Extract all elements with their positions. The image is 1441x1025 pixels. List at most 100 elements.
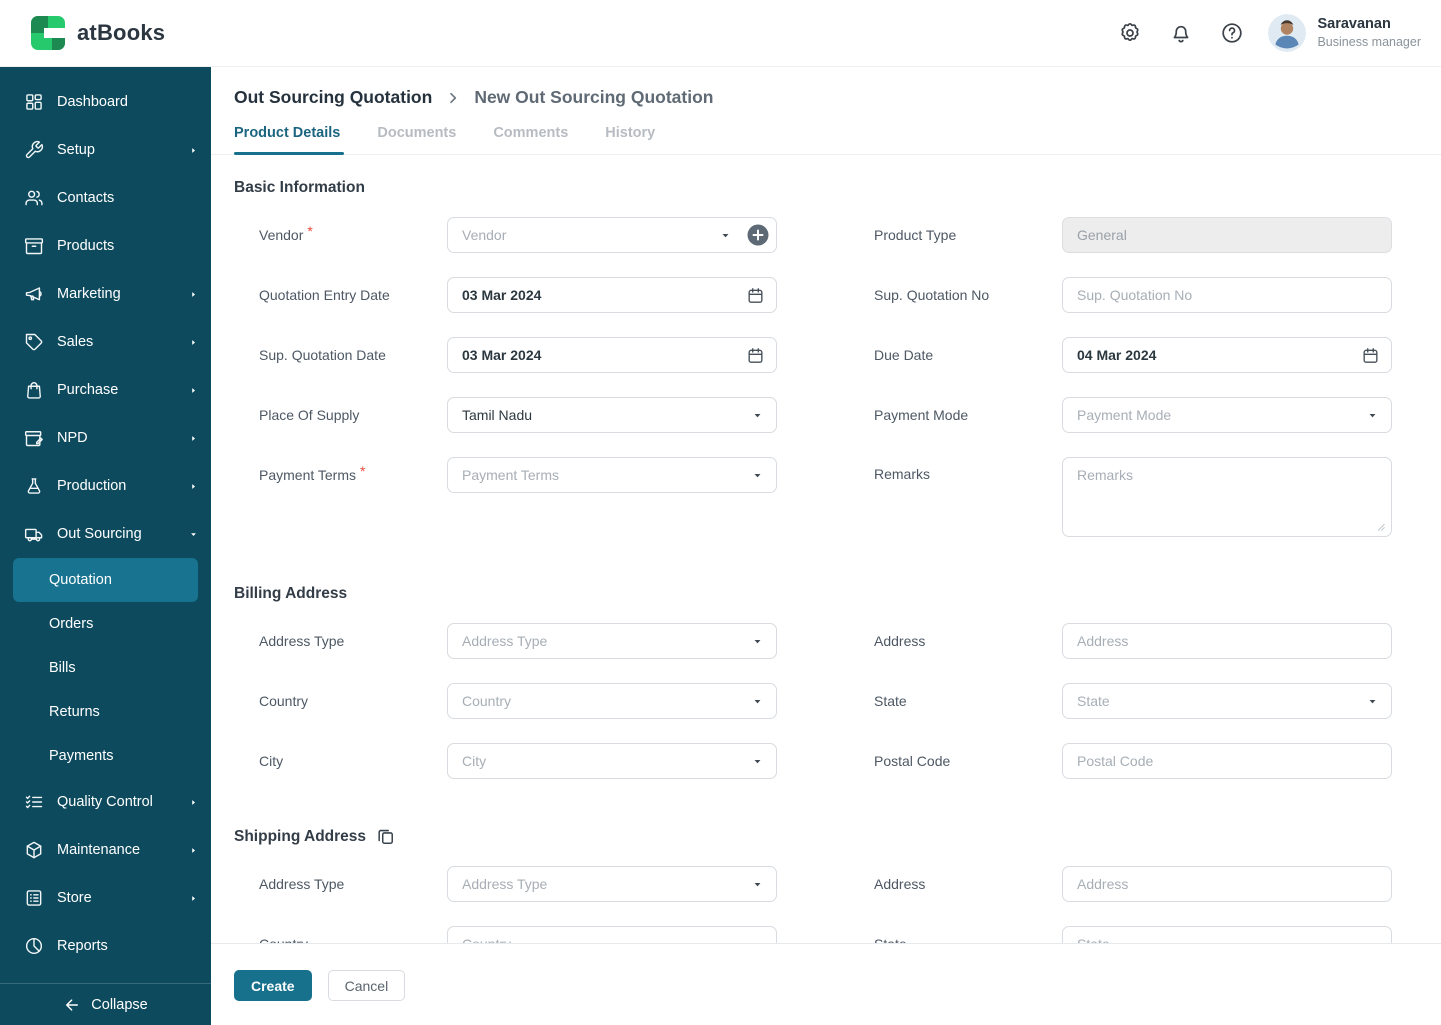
form-row-payment-mode: Payment Mode Payment Mode (849, 397, 1392, 433)
form-row-sup-quotation-date: Sup. Quotation Date 03 Mar 2024 (234, 337, 777, 373)
collapse-label: Collapse (91, 996, 148, 1013)
payment-terms-select[interactable]: Payment Terms (447, 457, 777, 493)
user-menu[interactable]: Saravanan Business manager (1268, 14, 1421, 52)
pie-chart-icon (24, 936, 44, 956)
sidebar-item-quality-control[interactable]: Quality Control (0, 778, 211, 826)
sidebar-item-label: Products (57, 238, 115, 254)
place-of-supply-select[interactable]: Tamil Nadu (447, 397, 777, 433)
field-placeholder: Payment Terms (462, 467, 559, 483)
cancel-button[interactable]: Cancel (327, 970, 406, 1001)
calendar-icon (746, 346, 765, 365)
sidebar-subitem-orders[interactable]: Orders (13, 602, 198, 646)
gear-icon[interactable] (1118, 21, 1142, 45)
chevron-down-icon (752, 696, 763, 707)
country-select[interactable]: Country (447, 683, 777, 719)
sidebar-subitem-payments[interactable]: Payments (13, 734, 198, 778)
address-type-select[interactable]: Address Type (447, 866, 777, 902)
tab-history[interactable]: History (605, 125, 655, 154)
address-type-select[interactable]: Address Type (447, 623, 777, 659)
sidebar-item-label: Production (57, 478, 127, 494)
flask-icon (24, 476, 44, 496)
field-label-text: City (259, 753, 284, 769)
bell-icon[interactable] (1169, 21, 1193, 45)
chevron-down-icon (720, 230, 731, 241)
chevron-down-icon (752, 410, 763, 421)
field-label-address-type: Address Type (234, 633, 447, 649)
sidebar-subitem-bills[interactable]: Bills (13, 646, 198, 690)
field-placeholder: Vendor (462, 227, 507, 243)
sidebar-item-npd[interactable]: NPD (0, 414, 211, 462)
shopping-bag-icon (24, 380, 44, 400)
sidebar-subitem-quotation[interactable]: Quotation (13, 558, 198, 602)
tab-comments[interactable]: Comments (493, 125, 568, 154)
field-placeholder: Payment Mode (1077, 407, 1172, 423)
npd-box-icon (24, 428, 44, 448)
sidebar-item-setup[interactable]: Setup (0, 126, 211, 174)
due-date-date-field[interactable]: 04 Mar 2024 (1062, 337, 1392, 373)
collapse-button[interactable]: Collapse (0, 983, 211, 1025)
create-button[interactable]: Create (234, 970, 312, 1001)
form-row-city: City City (234, 743, 777, 779)
sidebar-item-label: Maintenance (57, 842, 141, 858)
footer-actions: Create Cancel (211, 943, 1441, 1025)
quotation-entry-date-date-field[interactable]: 03 Mar 2024 (447, 277, 777, 313)
products-box-icon (24, 236, 44, 256)
field-label-text: Due Date (874, 347, 934, 363)
field-label-text: Quotation Entry Date (259, 287, 390, 303)
remarks-textarea[interactable]: Remarks (1062, 457, 1392, 537)
sidebar-item-sales[interactable]: Sales (0, 318, 211, 366)
form-row-country: Country Country (234, 683, 777, 719)
postal-code-input[interactable] (1062, 743, 1392, 779)
checklist-icon (24, 792, 44, 812)
sidebar-subitem-returns[interactable]: Returns (13, 690, 198, 734)
address-input[interactable] (1062, 866, 1392, 902)
sidebar-item-label: Setup (57, 142, 95, 158)
field-label-text: Place Of Supply (259, 407, 360, 423)
chevron-right-icon (189, 290, 198, 299)
sidebar-item-out-sourcing[interactable]: Out Sourcing (0, 510, 211, 558)
sidebar-item-purchase[interactable]: Purchase (0, 366, 211, 414)
sidebar-item-label: NPD (57, 430, 88, 446)
vendor-select[interactable]: Vendor (447, 217, 777, 253)
form-row-address-type: Address Type Address Type (234, 866, 777, 902)
avatar (1268, 14, 1307, 52)
sidebar-item-store[interactable]: Store (0, 874, 211, 922)
section-basic: Basic Information Vendor * Vendor Quotation … (234, 179, 1392, 561)
resize-handle-icon (1372, 518, 1386, 532)
sup-quotation-date-date-field[interactable]: 03 Mar 2024 (447, 337, 777, 373)
sidebar-item-production[interactable]: Production (0, 462, 211, 510)
sidebar-nav: Dashboard Setup Contacts Products Marketing S… (0, 67, 211, 983)
copy-icon[interactable] (376, 827, 395, 846)
city-select[interactable]: City (447, 743, 777, 779)
dashboard-icon (24, 92, 44, 112)
form-grid-billing: Address Type Address Type Country Country Ci… (234, 623, 1392, 803)
tag-icon (24, 332, 44, 352)
section-title: Billing Address (234, 585, 348, 602)
address-input[interactable] (1062, 623, 1392, 659)
sidebar-item-reports[interactable]: Reports (0, 922, 211, 970)
breadcrumb-parent[interactable]: Out Sourcing Quotation (234, 87, 432, 108)
cube-icon (24, 840, 44, 860)
sup-quotation-no-input[interactable] (1062, 277, 1392, 313)
field-label-text: Address Type (259, 876, 345, 892)
field-label-payment-terms: Payment Terms * (234, 463, 447, 483)
add-vendor-button[interactable] (746, 223, 770, 247)
sidebar-item-marketing[interactable]: Marketing (0, 270, 211, 318)
field-label-quotation-entry-date: Quotation Entry Date (234, 287, 447, 303)
sidebar-item-maintenance[interactable]: Maintenance (0, 826, 211, 874)
sidebar-item-dashboard[interactable]: Dashboard (0, 78, 211, 126)
sidebar-item-contacts[interactable]: Contacts (0, 174, 211, 222)
question-icon[interactable] (1220, 21, 1244, 45)
chevron-right-icon (189, 434, 198, 443)
sidebar-item-products[interactable]: Products (0, 222, 211, 270)
tab-documents[interactable]: Documents (377, 125, 456, 154)
state-select[interactable]: State (1062, 683, 1392, 719)
sidebar-item-label: Dashboard (57, 94, 128, 110)
tab-product-details[interactable]: Product Details (234, 125, 345, 155)
chevron-right-icon (189, 798, 198, 807)
field-label-text: State (874, 693, 907, 709)
sidebar-item-label: Contacts (57, 190, 115, 206)
field-label-sup-quotation-no: Sup. Quotation No (849, 287, 1062, 303)
field-label-text: Remarks (874, 466, 931, 482)
payment-mode-select[interactable]: Payment Mode (1062, 397, 1392, 433)
